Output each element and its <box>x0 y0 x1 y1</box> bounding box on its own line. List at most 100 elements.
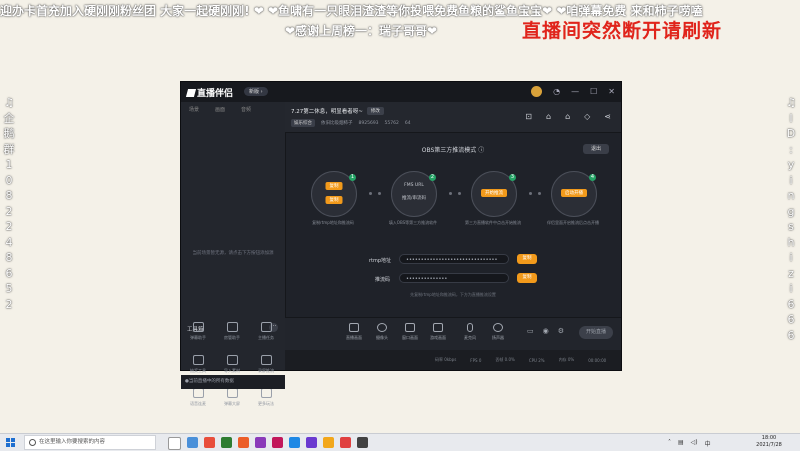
tab-scene[interactable]: 场景 <box>189 106 199 113</box>
tool-import[interactable]: 导入素材 <box>217 355 247 374</box>
taskbar-search[interactable]: 在这里输入你要搜索的内容 <box>24 435 156 450</box>
maximize-icon[interactable]: ☐ <box>590 87 597 97</box>
gift-icon[interactable]: ⊡ <box>525 112 532 121</box>
logo-icon <box>185 89 197 97</box>
gear-icon[interactable]: ⚙ <box>558 327 564 335</box>
app-logo: 直播伴侣 <box>185 86 233 99</box>
tool-task[interactable]: 主播任务 <box>251 322 281 341</box>
start-live-button[interactable]: 开始直播 <box>579 326 613 339</box>
add-live-screen[interactable]: 直播画面 <box>341 323 367 341</box>
skin-icon[interactable]: ◔ <box>553 87 560 97</box>
system-tray: ˄ ▤ ◁) 中 <box>668 439 711 448</box>
add-camera[interactable]: 摄像头 <box>369 323 395 341</box>
taskbar-apps <box>168 437 368 450</box>
music-note-icon: ♫ <box>786 96 796 109</box>
step-4-caption: 伴侣里面开启推流后点击开播 <box>547 220 599 225</box>
tool-admin[interactable]: 房管助手 <box>217 322 247 341</box>
eye-icon[interactable]: ◉ <box>543 327 549 335</box>
category-tag[interactable]: 娱乐综合 <box>291 119 315 127</box>
copy-rtmp-button[interactable]: 复制 <box>517 254 537 264</box>
step-2-circle: 2 FMS URL 推流/串流码 <box>391 171 437 217</box>
voice-icon <box>192 388 204 398</box>
speaker-toggle[interactable]: 扬声器 <box>485 323 511 341</box>
taskbar-app-icon[interactable] <box>255 437 266 448</box>
danmu-icon <box>192 322 204 332</box>
tool-record[interactable]: 录屏推流 <box>251 355 281 374</box>
tool-danmu[interactable]: 弹幕助手 <box>183 322 213 341</box>
volume-icon[interactable]: ◁) <box>691 439 698 448</box>
bell-icon[interactable]: ◇ <box>584 112 590 121</box>
version-badge[interactable]: 新版 › <box>244 87 268 96</box>
taskbar-clock[interactable]: 18:00 2021/7/28 <box>748 435 790 449</box>
start-live-step-button[interactable]: 启动开播 <box>561 189 587 197</box>
room-header: 7.27第二休息，明显看者呀~ 修改 娱乐综合 依旧比吸烟柿子 8925693 5… <box>285 102 621 133</box>
sidebar-footer: ●当前直播中的所有数据 <box>181 375 285 389</box>
taskbar-app-icon[interactable] <box>221 437 232 448</box>
add-window[interactable]: 窗口画面 <box>397 323 423 341</box>
taskbar-app-icon[interactable] <box>357 437 368 448</box>
user-avatar[interactable] <box>531 86 543 97</box>
streamer-id-vertical: ♫ ID:yingshizi666 <box>784 95 798 343</box>
ime-icon[interactable]: 中 <box>705 439 711 448</box>
record-icon[interactable]: ▭ <box>527 327 534 335</box>
clock-time: 18:00 <box>761 435 777 441</box>
stream-key-field[interactable]: •••••••••••••• <box>399 273 509 283</box>
search-icon <box>29 439 36 446</box>
mic-toggle[interactable]: 麦克风 <box>457 323 483 341</box>
step-1-circle: 1 复制 复制 <box>311 171 357 217</box>
window-icon <box>405 323 415 332</box>
qq-group-vertical: ♫ 企鹅群1082248652 <box>2 95 16 312</box>
rtmp-address-field[interactable]: ••••••••••••••••••••••••••••••• <box>399 254 509 264</box>
share-icon[interactable]: ⋖ <box>604 112 611 121</box>
taskbar-app-icon[interactable] <box>323 437 334 448</box>
music-note-icon: ♫ <box>4 96 14 109</box>
tool-screen[interactable]: 弹幕大屏 <box>217 388 247 407</box>
tab-audio[interactable]: 音频 <box>241 106 251 113</box>
tool-voice[interactable]: 语音连麦 <box>183 388 213 407</box>
add-game[interactable]: 游戏画面 <box>425 323 451 341</box>
minimize-icon[interactable]: — <box>571 87 579 97</box>
network-icon[interactable]: ▤ <box>678 439 684 448</box>
copy-button-b[interactable]: 复制 <box>325 196 343 204</box>
up-arrow-icon[interactable]: ˄ <box>668 439 671 448</box>
screen-icon <box>349 323 359 332</box>
title-bar: 直播伴侣 新版 › ◔ — ☐ ✕ <box>181 82 621 102</box>
windows-start-icon[interactable] <box>6 438 15 447</box>
qq-group-text: 企鹅群1082248652 <box>3 111 15 311</box>
taskbar-app-icon[interactable] <box>306 437 317 448</box>
step-1-caption: 复制rtmp地址和推流码 <box>312 220 354 225</box>
task-icon <box>260 322 272 332</box>
scene-sidebar: 场景 画面 音频 当前场景暂无源，请点击下方按钮添加源 工具箱 ··· 弹幕助手… <box>181 102 286 406</box>
taskbar-app-icon[interactable] <box>187 437 198 448</box>
stream-overlay-banner: 迎办卡首充加入硬刚刚粉丝团 大家一起硬刚刚! ❤ ❤鱼啸有一只眼泪渣渣等你投喂免… <box>0 0 800 48</box>
copy-key-button[interactable]: 复制 <box>517 273 537 283</box>
obs-hint: 先复制rtmp地址和推流码，下方为直播推流设置 <box>410 292 496 297</box>
taskbar-app-icon[interactable] <box>204 437 215 448</box>
lock-icon[interactable]: ⌂ <box>546 112 551 121</box>
taskbar-app-icon[interactable] <box>238 437 249 448</box>
exit-obs-button[interactable]: 退出 <box>583 144 609 154</box>
tab-picture[interactable]: 画面 <box>215 106 225 113</box>
taskbar-app-icon[interactable] <box>289 437 300 448</box>
lock2-icon[interactable]: ⌂ <box>565 112 570 121</box>
tool-lottery[interactable]: 抽奖工具 <box>183 355 213 374</box>
fans-count: 55762 <box>384 120 399 126</box>
taskbar-app-icon[interactable] <box>272 437 283 448</box>
close-icon[interactable]: ✕ <box>608 87 615 97</box>
edit-title-button[interactable]: 修改 <box>366 107 384 115</box>
clock-date: 2021/7/28 <box>756 442 782 448</box>
taskbar-app-icon[interactable] <box>168 437 181 450</box>
start-push-button[interactable]: 开始推流 <box>481 189 507 197</box>
live-companion-window: 直播伴侣 新版 › ◔ — ☐ ✕ 场景 画面 音频 当前场景暂无源，请点击下方… <box>180 81 622 406</box>
record-icon <box>260 355 272 365</box>
tool-more-play[interactable]: 更多玩法 <box>251 388 281 407</box>
step-2-caption: 填入OBS等第三方推流软件 <box>388 220 438 225</box>
more-play-icon <box>260 388 272 398</box>
obs-mode-title: OBS第三方推流模式 ⓘ <box>421 147 485 154</box>
copy-button-a[interactable]: 复制 <box>325 182 343 190</box>
refresh-notice: 直播间突然断开请刷新 <box>522 20 723 42</box>
speaker-icon <box>493 323 503 332</box>
step-3-circle: 3 开始推流 <box>471 171 517 217</box>
taskbar-app-icon[interactable] <box>340 437 351 448</box>
windows-taskbar: 在这里输入你要搜索的内容 ˄ ▤ ◁) 中 18:00 2021/7/28 <box>0 433 800 451</box>
